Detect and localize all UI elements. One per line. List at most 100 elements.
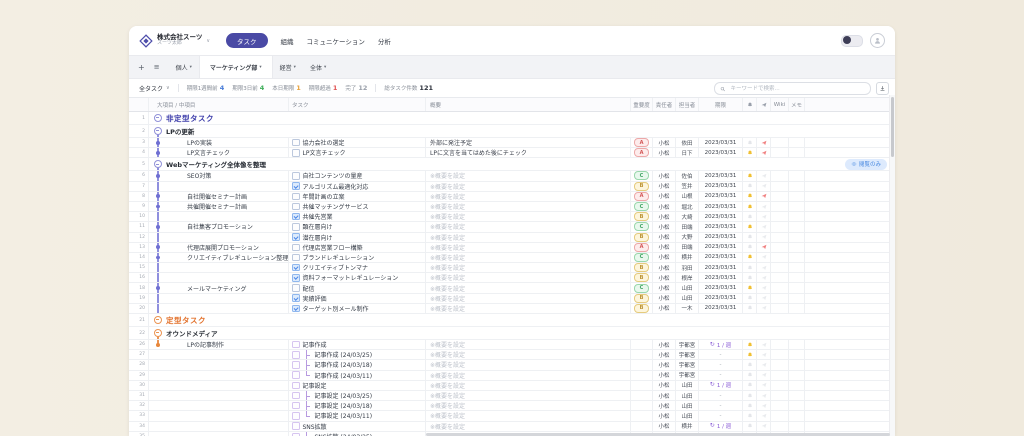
send-cell — [757, 233, 771, 242]
task-checkbox[interactable] — [292, 402, 300, 410]
spacer-cell — [805, 212, 895, 221]
task-checkbox[interactable] — [292, 213, 300, 221]
filter-all[interactable]: 全体▾ — [303, 56, 333, 78]
task-label[interactable]: 記事設定 (24/03/25) — [315, 391, 373, 400]
table-row: 7アルゴリズム最適化対応※概要を設定B小松笠井2023/03/31 — [129, 182, 895, 192]
avatar[interactable] — [870, 33, 885, 48]
scrollbar-thumb[interactable] — [426, 433, 890, 436]
task-cell: アルゴリズム最適化対応 — [289, 182, 426, 191]
task-label[interactable]: 記事作成 (24/03/25) — [315, 350, 373, 359]
task-label[interactable]: 代理店営業フロー構築 — [303, 243, 363, 252]
collapse-icon[interactable] — [154, 114, 162, 122]
task-label[interactable]: 共催先営業 — [303, 212, 333, 221]
nav-tab-analysis[interactable]: 分析 — [378, 36, 391, 46]
task-checkbox[interactable] — [292, 264, 300, 272]
task-label[interactable]: 記事作成 — [303, 340, 327, 349]
spacer-cell — [805, 283, 895, 292]
chevron-down-icon[interactable]: ∨ — [206, 38, 210, 44]
filter-management[interactable]: 経営▾ — [273, 56, 303, 78]
desc-text: ※概要を設定 — [430, 284, 465, 293]
task-label[interactable]: 記事設定 — [303, 381, 327, 390]
task-checkbox[interactable] — [292, 371, 300, 379]
col-header-memo: メモ — [789, 98, 805, 111]
task-checkbox[interactable] — [292, 274, 300, 282]
row-number: 1 — [129, 112, 149, 124]
task-checkbox[interactable] — [292, 193, 300, 201]
collapse-icon[interactable] — [154, 127, 162, 135]
task-label[interactable]: 年間計画の立案 — [303, 192, 345, 201]
task-label[interactable]: アルゴリズム最適化対応 — [303, 182, 369, 191]
due-cell: 2023/03/31 — [699, 212, 743, 221]
task-label[interactable]: ブランドレギュレーション — [303, 253, 375, 262]
vertical-scrollbar[interactable] — [889, 95, 895, 436]
send-icon — [761, 204, 767, 210]
task-label[interactable]: ターゲット別メール制作 — [303, 304, 369, 313]
task-checkbox[interactable] — [292, 233, 300, 241]
task-checkbox[interactable] — [292, 254, 300, 262]
task-label[interactable]: クリエイティブトンマナ — [303, 263, 369, 272]
task-label[interactable]: 記事設定 (24/03/11) — [315, 411, 373, 420]
task-label[interactable]: 資料フォーマットレギュレーション — [303, 273, 399, 282]
task-checkbox[interactable] — [292, 382, 300, 390]
group-cell: 定型タスク — [149, 314, 895, 326]
task-label[interactable]: 協力会社の選定 — [303, 138, 345, 147]
filter-personal[interactable]: 個人▾ — [169, 56, 199, 78]
item-cell — [149, 422, 289, 431]
nav-tab-tasks[interactable]: タスク — [226, 33, 268, 48]
wiki-cell — [771, 381, 789, 390]
horizontal-scrollbar[interactable] — [129, 432, 890, 436]
importance-cell — [631, 381, 653, 390]
task-checkbox[interactable] — [292, 172, 300, 180]
assignee-cell: 山根 — [676, 192, 699, 201]
collapse-icon[interactable] — [154, 316, 162, 324]
task-checkbox[interactable] — [292, 392, 300, 400]
task-checkbox[interactable] — [292, 139, 300, 147]
theme-toggle[interactable] — [841, 35, 863, 47]
task-label[interactable]: 自社コンテンツの量産 — [303, 171, 363, 180]
account-block[interactable]: 株式会社スーツ スーツ太郎 — [157, 34, 202, 47]
task-scope-select[interactable]: 全タスク∨ — [139, 84, 170, 93]
task-label[interactable]: 配信 — [303, 284, 315, 293]
task-label[interactable]: 記事設定 (24/03/18) — [315, 401, 373, 410]
task-label[interactable]: 実績評価 — [303, 294, 327, 303]
search-input[interactable] — [728, 85, 865, 93]
task-label[interactable]: 顕在層向け — [303, 222, 333, 231]
task-label[interactable]: 記事作成 (24/03/18) — [315, 360, 373, 369]
add-button[interactable]: + — [138, 63, 145, 72]
task-checkbox[interactable] — [292, 203, 300, 211]
task-checkbox[interactable] — [292, 361, 300, 369]
responsible-cell: 小松 — [653, 243, 676, 252]
importance-cell: A — [631, 243, 653, 252]
task-label[interactable]: SNS拡散 — [303, 422, 327, 431]
task-label[interactable]: 潜在層向け — [303, 233, 333, 242]
send-icon — [761, 393, 767, 399]
desc-text: ※概要を設定 — [430, 253, 465, 262]
wiki-cell — [771, 294, 789, 303]
filter-marketing-dept[interactable]: マーケティング部▾ — [199, 56, 273, 78]
task-checkbox[interactable] — [292, 182, 300, 190]
task-checkbox[interactable] — [292, 244, 300, 252]
wiki-cell — [771, 283, 789, 292]
task-checkbox[interactable] — [292, 149, 300, 157]
desc-cell: ※概要を設定 — [426, 263, 631, 272]
task-label[interactable]: 記事作成 (24/03/11) — [315, 371, 373, 380]
menu-icon[interactable]: ≡ — [154, 63, 160, 71]
scrollbar-thumb[interactable] — [891, 97, 894, 157]
bell-icon — [747, 102, 753, 108]
task-checkbox[interactable] — [292, 422, 300, 430]
nav-tab-communication[interactable]: コミュニケーション — [307, 36, 365, 46]
collapse-icon[interactable] — [154, 329, 162, 337]
task-label[interactable]: 共催マッチングサービス — [303, 202, 369, 211]
task-checkbox[interactable] — [292, 294, 300, 302]
task-checkbox[interactable] — [292, 351, 300, 359]
task-label[interactable]: LP文言チェック — [303, 148, 346, 157]
collapse-icon[interactable] — [154, 160, 162, 168]
download-button[interactable] — [876, 82, 889, 95]
task-checkbox[interactable] — [292, 284, 300, 292]
nav-tab-organization[interactable]: 組織 — [281, 36, 294, 46]
task-checkbox[interactable] — [292, 223, 300, 231]
task-checkbox[interactable] — [292, 341, 300, 349]
send-cell — [757, 182, 771, 191]
task-checkbox[interactable] — [292, 412, 300, 420]
task-checkbox[interactable] — [292, 305, 300, 313]
